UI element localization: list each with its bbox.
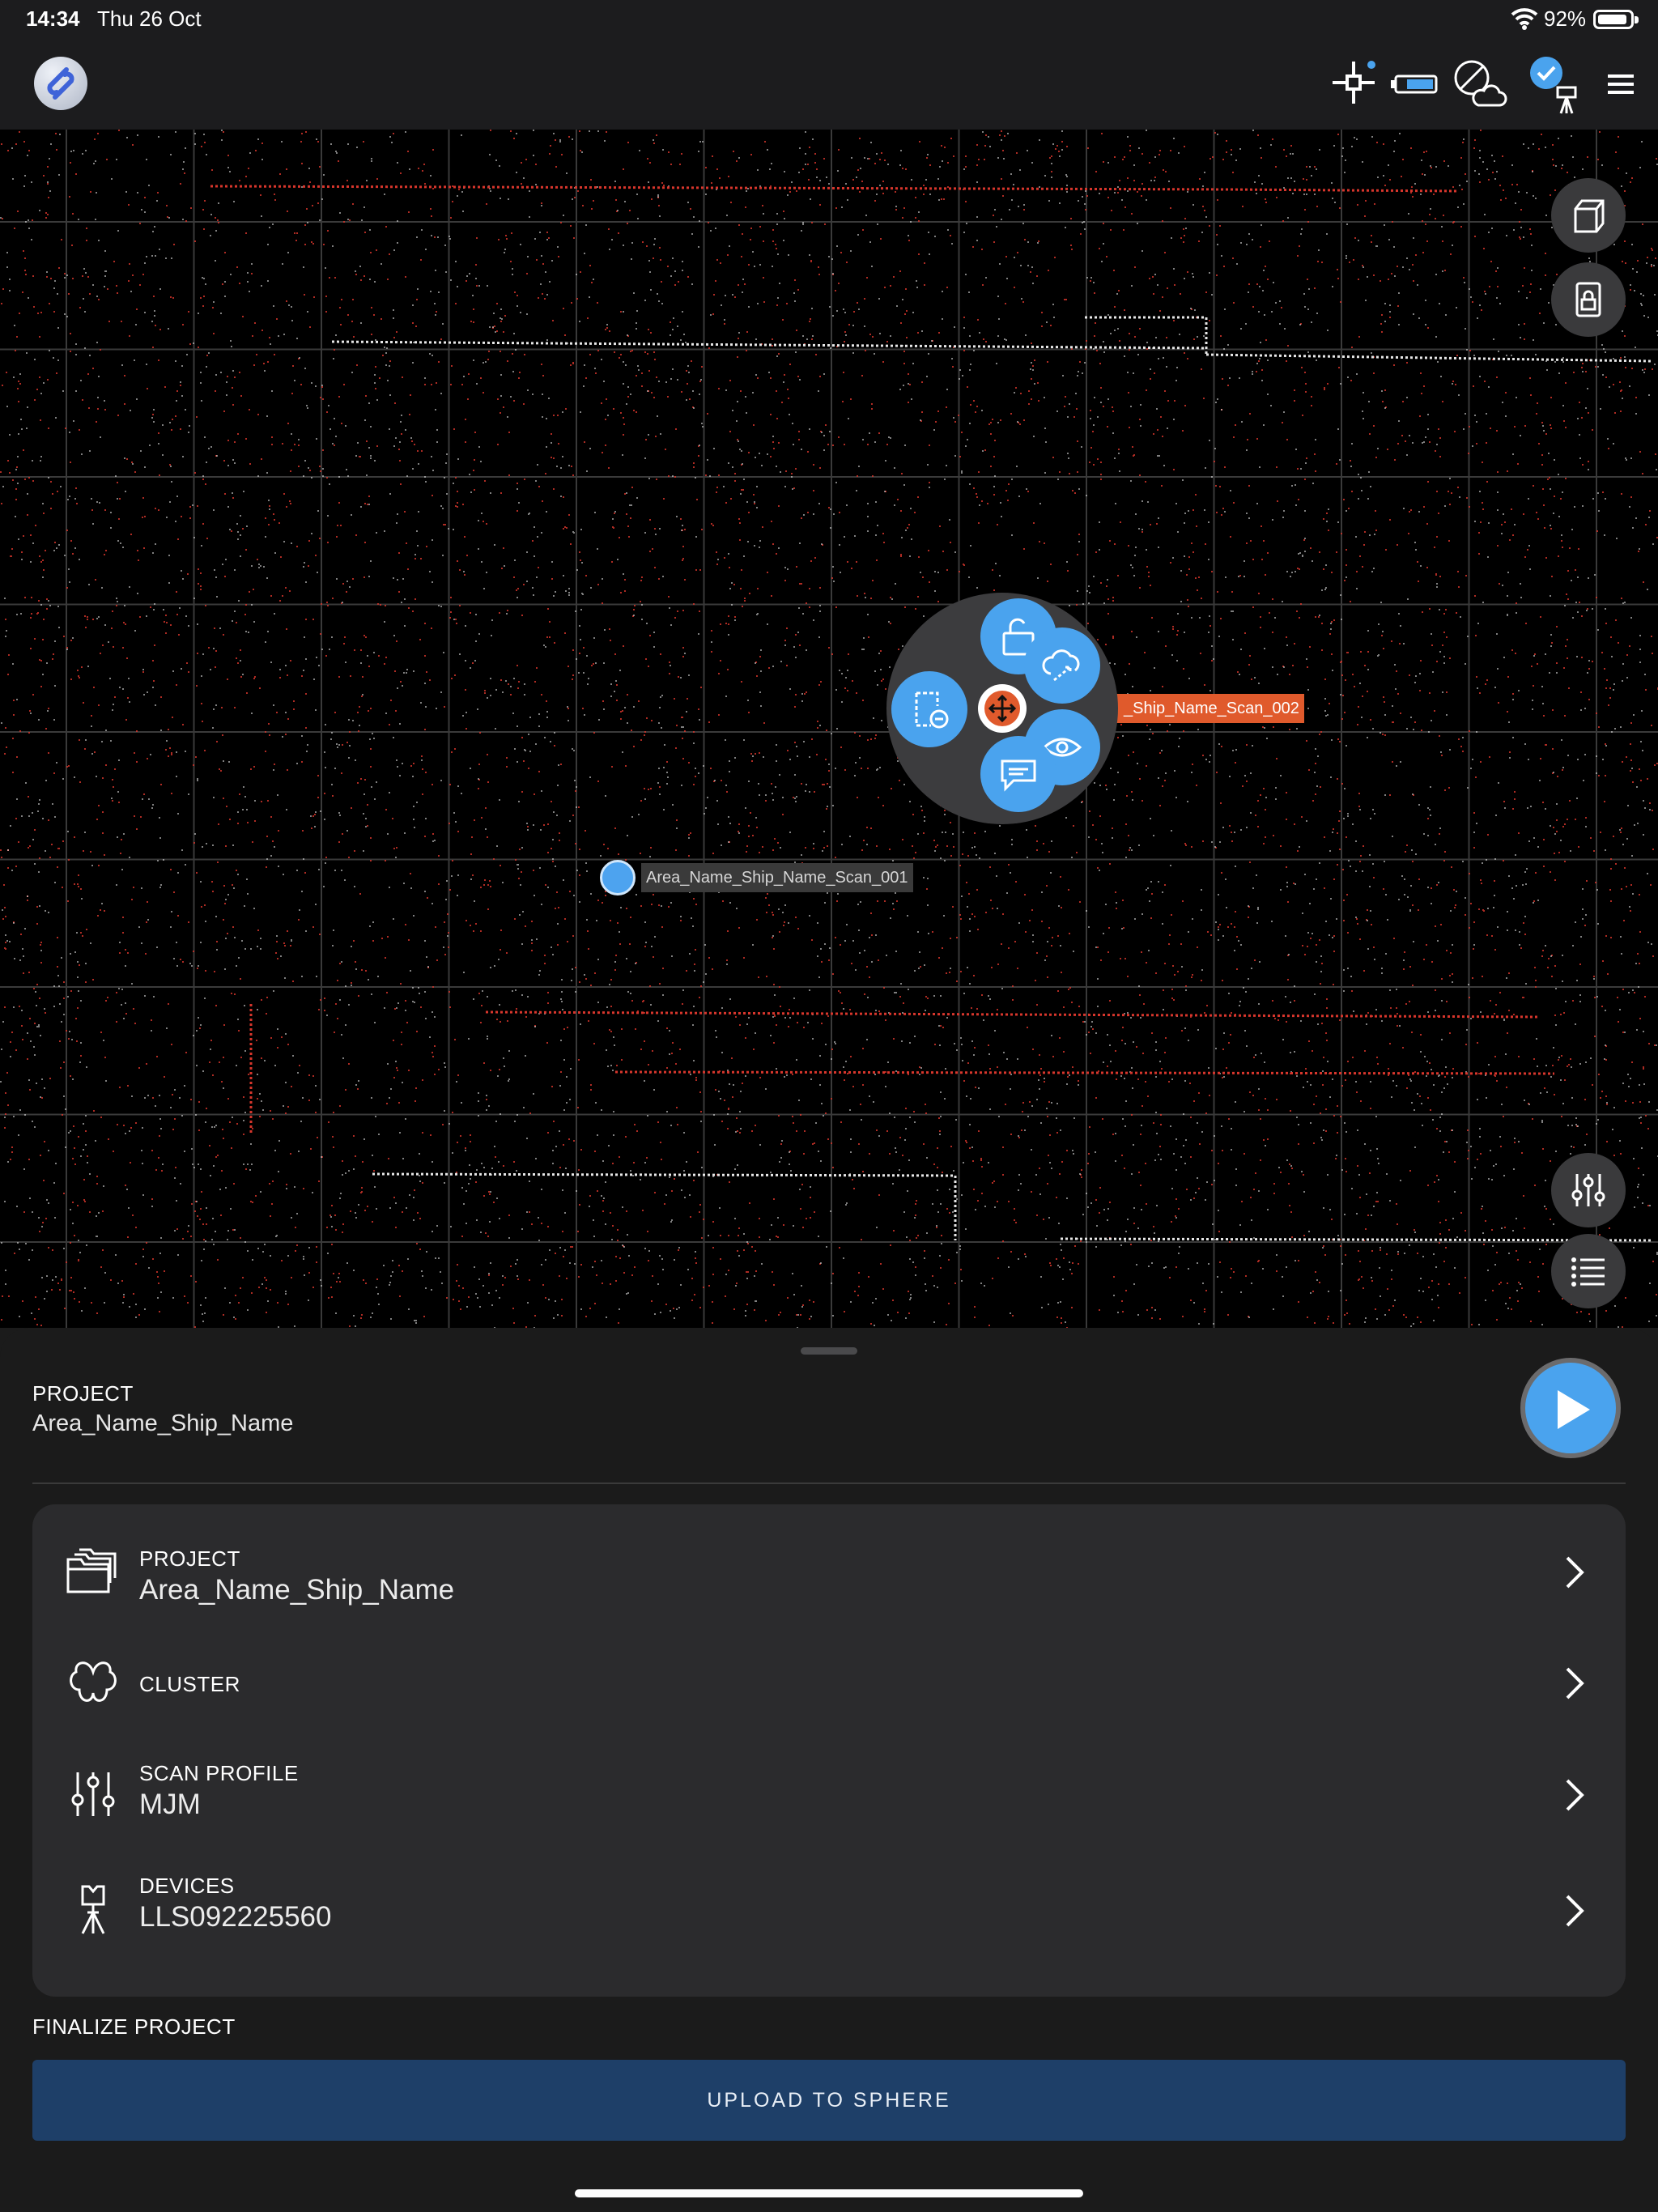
battery-percent: 92% [1544,6,1587,31]
comment-button[interactable] [980,736,1056,812]
home-indicator[interactable] [575,2189,1083,2197]
play-icon [1558,1390,1590,1429]
remove-from-cluster-button[interactable] [891,671,967,747]
lock-button[interactable] [1551,262,1626,337]
settings-row-cluster[interactable]: CLUSTER [32,1630,1626,1735]
remove-frame-icon [915,691,949,729]
crosshair-target-icon[interactable] [1324,53,1386,115]
app-logo[interactable] [34,57,87,110]
cloud-registration-icon [1042,649,1080,682]
scan-list-button[interactable] [1551,1234,1626,1308]
row-caption: PROJECT [139,1546,240,1571]
project-settings-card: PROJECT Area_Name_Ship_Name CLUSTER SCAN… [32,1504,1626,1997]
cluster-icon [70,1661,117,1702]
chevron-right-icon [1566,1556,1584,1589]
sliders-icon [71,1772,115,1816]
chevron-right-icon [1566,1895,1584,1927]
radial-context-menu [886,593,1118,824]
chevron-right-icon [1566,1667,1584,1699]
lock-icon [1575,282,1601,317]
folders-icon [66,1548,117,1593]
settings-row-scan-profile[interactable]: SCAN PROFILE MJM [32,1742,1626,1847]
list-icon [1571,1257,1605,1287]
comment-icon [1001,759,1036,792]
row-caption: DEVICES [139,1874,235,1898]
scanner-connected-icon[interactable] [1522,53,1584,115]
scan-label-001[interactable]: Area_Name_Ship_Name_Scan_001 [641,863,913,892]
view-3d-button[interactable] [1551,178,1626,253]
cloud-registration-button[interactable] [1024,627,1100,704]
move-icon [988,694,1017,723]
menu-icon[interactable] [1590,53,1652,115]
chevron-right-icon [1566,1779,1584,1811]
battery-icon [1593,10,1639,29]
settings-row-project[interactable]: PROJECT Area_Name_Ship_Name [32,1519,1626,1624]
project-caption: PROJECT [32,1381,134,1406]
finalize-project-caption: FINALIZE PROJECT [32,2014,236,2039]
project-bottom-sheet: PROJECT Area_Name_Ship_Name PROJECT Area… [0,1328,1658,2212]
scan-point-001[interactable] [600,860,636,895]
battery-device-icon [1383,53,1444,115]
sliders-icon [1571,1174,1605,1206]
tripod-scanner-icon [81,1885,105,1934]
start-scan-button[interactable] [1520,1358,1621,1458]
row-caption: SCAN PROFILE [139,1761,299,1785]
status-bar: 14:34 Thu 26 Oct 92% [0,0,1658,39]
app-bar [0,39,1658,130]
row-value: Area_Name_Ship_Name [139,1574,455,1606]
row-value: MJM [139,1789,201,1820]
wifi-icon [1511,8,1538,30]
cloud-disabled-icon[interactable] [1448,53,1509,115]
point-cloud-canvas[interactable] [0,130,1658,1328]
sheet-grabber[interactable] [801,1347,857,1355]
cube-3d-icon [1574,199,1605,233]
status-date: Thu 26 Oct [97,6,202,31]
upload-to-sphere-button[interactable]: UPLOAD TO SPHERE [32,2060,1626,2141]
point-cloud-viewport[interactable]: Area_Name_Ship_Name_Scan_001 _Ship_Name_… [0,130,1658,1328]
status-time: 14:34 [26,6,80,31]
filter-settings-button[interactable] [1551,1153,1626,1227]
settings-row-devices[interactable]: DEVICES LLS092225560 [32,1857,1626,1963]
divider [32,1482,1626,1484]
move-scan-handle[interactable] [978,684,1027,733]
project-name: Area_Name_Ship_Name [32,1410,294,1436]
row-caption: CLUSTER [139,1672,240,1696]
row-value: LLS092225560 [139,1901,332,1933]
